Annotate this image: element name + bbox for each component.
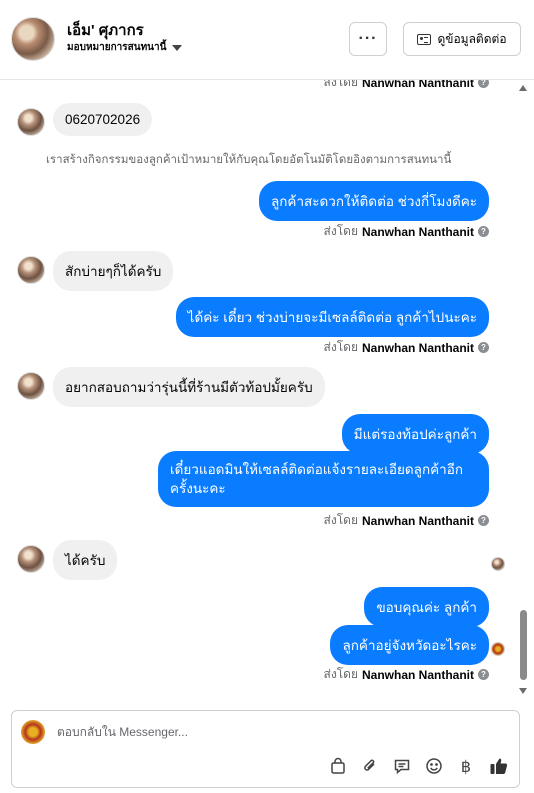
agent-name: Nanwhan Nanthanit (361, 224, 474, 239)
info-icon[interactable]: ? (478, 515, 489, 526)
contact-avatar[interactable] (11, 17, 55, 61)
scroll-down-arrow[interactable] (519, 688, 527, 694)
info-icon[interactable]: ? (478, 669, 489, 680)
sent-by-label: ส่งโดย Nanwhan Nanthanit ? (324, 338, 489, 357)
info-icon[interactable]: ? (478, 80, 489, 88)
system-note: เราสร้างกิจกรรมของลูกค้าเป้าหมายให้กับคุ… (46, 154, 452, 166)
info-icon[interactable]: ? (478, 226, 489, 237)
incoming-message[interactable]: 0620702026 (53, 103, 153, 136)
agent-name: Nanwhan Nanthanit (361, 513, 474, 528)
assign-conversation-dropdown[interactable]: มอบหมายการสนทนานี้ (67, 40, 183, 55)
emoji-icon[interactable] (423, 755, 445, 777)
view-contact-info-label: ดูข้อมูลติดต่อ (437, 31, 507, 46)
sent-by-label: ส่งโดย Nanwhan Nanthanit ? (324, 665, 489, 684)
outgoing-message[interactable]: ลูกค้าสะดวกให้ติดต่อ ช่วงกี่โมงดีคะ (258, 181, 489, 221)
page-avatar (21, 720, 45, 744)
conversation-header: เอ็ม' ศุภากร มอบหมายการสนทนานี้ ··· ดูข้… (0, 0, 534, 80)
baht-icon[interactable]: ฿ (455, 755, 477, 777)
sent-by-label: ส่งโดย Nanwhan Nanthanit ? (324, 511, 489, 530)
info-icon[interactable]: ? (478, 342, 489, 353)
outgoing-message[interactable]: เดี๋ยวแอดมินให้เซลล์ติดต่อแจ้งรายละเอียด… (158, 451, 489, 507)
agent-name: Nanwhan Nanthanit (361, 80, 474, 90)
scroll-up-arrow[interactable] (519, 85, 527, 91)
incoming-message[interactable]: สักบ่ายๆก็ได้ครับ (53, 251, 174, 291)
caret-down-icon (172, 44, 183, 51)
contact-name[interactable]: เอ็ม' ศุภากร (67, 18, 144, 42)
paperclip-icon[interactable] (359, 755, 381, 777)
agent-name: Nanwhan Nanthanit (361, 667, 474, 682)
incoming-message[interactable]: อยากสอบถามว่ารุ่นนี้ที่ร้านมีตัวท้อปมั้ย… (53, 367, 325, 407)
outgoing-message[interactable]: ขอบคุณค่ะ ลูกค้า (364, 587, 489, 627)
reply-input[interactable] (57, 725, 437, 739)
seen-receipt-page-avatar (491, 642, 505, 656)
seen-receipt-avatar (491, 557, 505, 571)
customer-avatar[interactable] (17, 108, 45, 136)
customer-avatar[interactable] (17, 256, 45, 284)
sent-by-label: ส่งโดย Nanwhan Nanthanit ? (324, 222, 489, 241)
sent-by-label: ส่งโดย Nanwhan Nanthanit ? (324, 80, 489, 92)
scrollbar-thumb[interactable] (520, 610, 527, 680)
incoming-message[interactable]: ได้ครับ (53, 540, 118, 580)
saved-reply-icon[interactable] (391, 755, 413, 777)
message-thread[interactable]: ส่งโดย Nanwhan Nanthanit ? 0620702026 เร… (0, 80, 534, 700)
customer-avatar[interactable] (17, 372, 45, 400)
assign-label: มอบหมายการสนทนานี้ (67, 42, 167, 53)
sent-by-prefix: ส่งโดย (323, 340, 358, 354)
sent-by-prefix: ส่งโดย (323, 80, 358, 89)
customer-avatar[interactable] (17, 545, 45, 573)
outgoing-message[interactable]: มีแต่รองท้อปค่ะลูกค้า (341, 414, 489, 454)
baht-glyph: ฿ (460, 756, 472, 776)
more-options-button[interactable]: ··· (349, 22, 387, 56)
view-contact-info-button[interactable]: ดูข้อมูลติดต่อ (403, 22, 521, 56)
agent-name: Nanwhan Nanthanit (361, 340, 474, 355)
outgoing-message[interactable]: ลูกค้าอยู่จังหวัดอะไรคะ (330, 625, 489, 665)
thumbs-up-icon[interactable] (488, 755, 510, 777)
sent-by-prefix: ส่งโดย (323, 667, 358, 681)
sent-by-prefix: ส่งโดย (323, 513, 358, 527)
sent-by-prefix: ส่งโดย (323, 224, 358, 238)
shopping-bag-icon[interactable] (327, 755, 349, 777)
reply-composer: ฿ (11, 710, 520, 788)
contact-card-icon (417, 33, 432, 45)
outgoing-message[interactable]: ได้ค่ะ เดี๋ยว ช่วงบ่ายจะมีเซลล์ติดต่อ ลู… (175, 297, 489, 337)
